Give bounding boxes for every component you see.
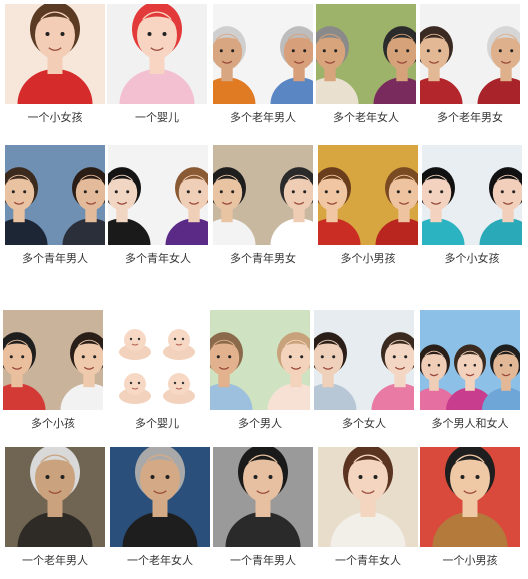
grid-cell[interactable]: 一个老年男人: [5, 447, 108, 577]
grid-cell[interactable]: 一个婴儿: [107, 4, 210, 134]
caption: 多个小女孩: [444, 252, 500, 265]
caption: 一个老年女人: [127, 554, 193, 567]
photo-one-elderly-woman: [110, 447, 210, 547]
grid-cell[interactable]: 一个老年女人: [110, 447, 213, 577]
photo-several-little-boys: [318, 145, 418, 245]
grid-cell[interactable]: 多个青年男人: [5, 145, 108, 275]
grid-row-2: 多个青年男人 多个青年女人 多个青年男女 多个小男孩 多个小女孩: [0, 145, 528, 275]
photo-young-man-and-woman: [213, 145, 313, 245]
grid-cell[interactable]: 多个小女孩: [422, 145, 525, 275]
grid-cell[interactable]: 多个青年男女: [213, 145, 316, 275]
caption: 多个女人: [342, 417, 386, 430]
photo-several-young-men: [5, 145, 105, 245]
grid-cell[interactable]: 多个青年女人: [108, 145, 211, 275]
photo-one-baby: [107, 4, 207, 104]
photo-woman-and-girl: [314, 310, 414, 410]
photo-one-young-woman: [318, 447, 418, 547]
grid-row-3: 多个小孩 多个婴儿 多个男人 多个女人 多个男人和女人: [0, 310, 528, 440]
grid-cell[interactable]: 多个男人: [210, 310, 313, 440]
grid-cell[interactable]: 一个小女孩: [5, 4, 108, 134]
grid-row-4: 一个老年男人 一个老年女人 一个青年男人 一个青年女人 一个小男孩: [0, 447, 528, 577]
caption: 多个青年男女: [230, 252, 296, 265]
grid-cell[interactable]: 多个女人: [314, 310, 417, 440]
caption: 一个青年女人: [335, 554, 401, 567]
photo-elderly-man-and-woman: [420, 4, 520, 104]
photo-several-babies: [107, 310, 207, 410]
caption: 一个青年男人: [230, 554, 296, 567]
caption: 一个小女孩: [27, 111, 83, 124]
photo-several-children: [3, 310, 103, 410]
grid-cell[interactable]: 多个老年男女: [420, 4, 523, 134]
grid-cell[interactable]: 多个小孩: [3, 310, 106, 440]
grid-cell[interactable]: 多个老年女人: [316, 4, 419, 134]
grid-cell[interactable]: 多个小男孩: [318, 145, 421, 275]
caption: 一个婴儿: [135, 111, 179, 124]
photo-several-elderly-men: [213, 4, 313, 104]
photo-several-elderly-women: [316, 4, 416, 104]
grid-cell[interactable]: 多个男人和女人: [420, 310, 523, 440]
caption: 多个青年男人: [22, 252, 88, 265]
caption: 一个小男孩: [442, 554, 498, 567]
grid-cell[interactable]: 一个小男孩: [420, 447, 523, 577]
caption: 多个小男孩: [340, 252, 396, 265]
caption: 多个小孩: [31, 417, 75, 430]
caption: 多个男人和女人: [431, 417, 509, 430]
grid-cell[interactable]: 多个婴儿: [107, 310, 210, 440]
caption: 多个男人: [238, 417, 282, 430]
grid-cell[interactable]: 一个青年女人: [318, 447, 421, 577]
photo-one-little-boy: [420, 447, 520, 547]
photo-family-group: [420, 310, 520, 410]
caption: 多个婴儿: [135, 417, 179, 430]
caption: 多个老年男女: [437, 111, 503, 124]
photo-man-and-baby: [210, 310, 310, 410]
caption: 多个老年女人: [333, 111, 399, 124]
caption: 多个青年女人: [125, 252, 191, 265]
photo-one-young-man: [213, 447, 313, 547]
grid-row-1: 一个小女孩 一个婴儿 多个老年男人 多个老年女人 多个老年男女: [0, 4, 528, 134]
photo-one-elderly-man: [5, 447, 105, 547]
caption: 多个老年男人: [230, 111, 296, 124]
grid-cell[interactable]: 多个老年男人: [213, 4, 316, 134]
photo-several-young-women: [108, 145, 208, 245]
grid-cell[interactable]: 一个青年男人: [213, 447, 316, 577]
photo-one-little-girl: [5, 4, 105, 104]
caption: 一个老年男人: [22, 554, 88, 567]
photo-several-little-girls: [422, 145, 522, 245]
